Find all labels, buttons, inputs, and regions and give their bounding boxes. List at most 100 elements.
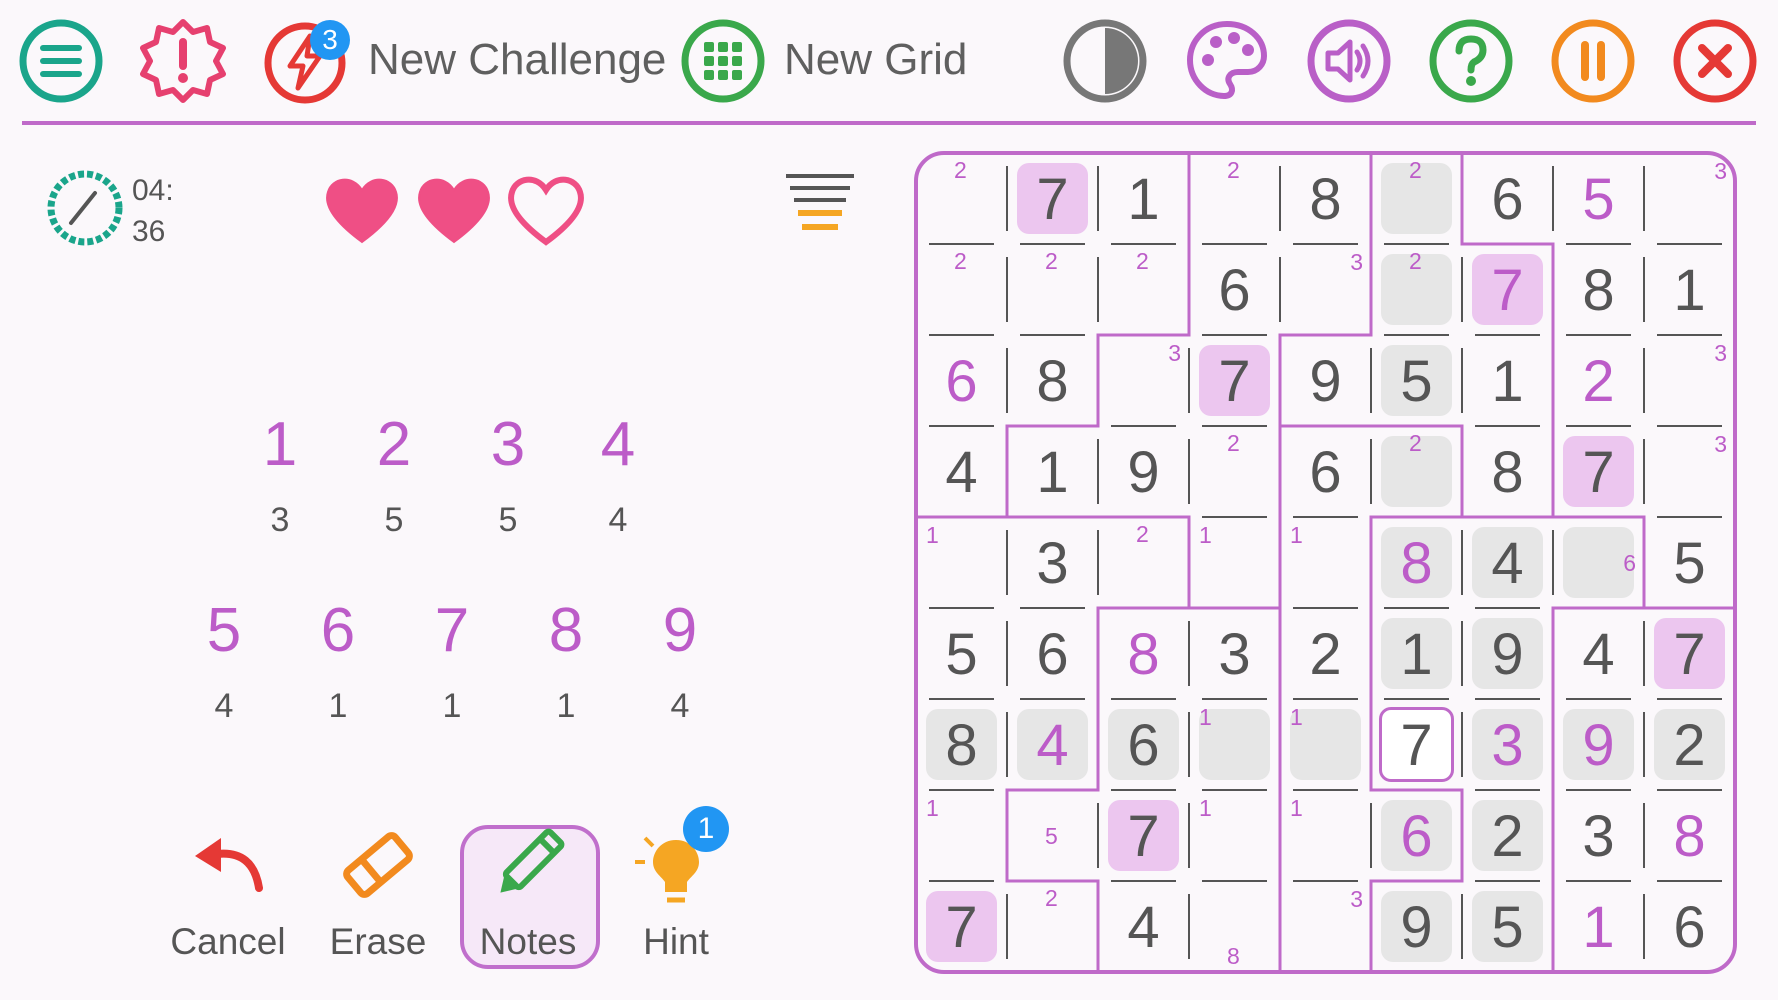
grid-icon[interactable] <box>680 18 766 104</box>
sudoku-cell-r3c7[interactable]: 1 <box>1462 335 1553 426</box>
sudoku-cell-r9c1[interactable]: 7 <box>916 881 1007 972</box>
sudoku-cell-r5c3[interactable]: 2 <box>1098 517 1189 608</box>
sudoku-cell-r6c5[interactable]: 2 <box>1280 608 1371 699</box>
sudoku-cell-r3c6[interactable]: 5 <box>1371 335 1462 426</box>
filter-icon[interactable] <box>782 170 858 246</box>
sudoku-cell-r9c9[interactable]: 6 <box>1644 881 1735 972</box>
sudoku-cell-r2c2[interactable]: 2 <box>1007 244 1098 335</box>
sudoku-cell-r7c9[interactable]: 2 <box>1644 699 1735 790</box>
sudoku-cell-r8c5[interactable]: 1 <box>1280 790 1371 881</box>
sudoku-cell-r1c5[interactable]: 8 <box>1280 153 1371 244</box>
numpad-key-2[interactable]: 25 <box>349 410 439 540</box>
sudoku-cell-r1c2[interactable]: 7 <box>1007 153 1098 244</box>
sudoku-cell-r6c1[interactable]: 5 <box>916 608 1007 699</box>
sudoku-cell-r7c7[interactable]: 3 <box>1462 699 1553 790</box>
notes-button[interactable]: Notes <box>458 820 598 964</box>
sudoku-cell-r7c5[interactable]: 1 <box>1280 699 1371 790</box>
sudoku-cell-r6c8[interactable]: 4 <box>1553 608 1644 699</box>
sudoku-cell-r7c4[interactable]: 1 <box>1189 699 1280 790</box>
pause-icon[interactable] <box>1550 18 1636 104</box>
sudoku-cell-r9c5[interactable]: 3 <box>1280 881 1371 972</box>
sudoku-cell-r4c7[interactable]: 8 <box>1462 426 1553 517</box>
lightning-icon[interactable]: 3 <box>262 18 350 104</box>
sudoku-cell-r5c5[interactable]: 1 <box>1280 517 1371 608</box>
close-icon[interactable] <box>1672 18 1758 104</box>
menu-icon[interactable] <box>18 18 104 104</box>
numpad-key-8[interactable]: 81 <box>521 596 611 726</box>
sudoku-cell-r4c2[interactable]: 1 <box>1007 426 1098 517</box>
sudoku-cell-r2c4[interactable]: 6 <box>1189 244 1280 335</box>
palette-icon[interactable] <box>1184 18 1270 104</box>
numpad-key-9[interactable]: 94 <box>635 596 725 726</box>
numpad-key-4[interactable]: 44 <box>573 410 663 540</box>
sudoku-cell-r4c4[interactable]: 2 <box>1189 426 1280 517</box>
sudoku-cell-r3c2[interactable]: 8 <box>1007 335 1098 426</box>
sudoku-cell-r9c6[interactable]: 9 <box>1371 881 1462 972</box>
sudoku-cell-r4c3[interactable]: 9 <box>1098 426 1189 517</box>
sudoku-cell-r3c3[interactable]: 3 <box>1098 335 1189 426</box>
sudoku-cell-r3c4[interactable]: 7 <box>1189 335 1280 426</box>
sudoku-cell-r8c3[interactable]: 7 <box>1098 790 1189 881</box>
sudoku-cell-r8c8[interactable]: 3 <box>1553 790 1644 881</box>
sudoku-cell-r5c4[interactable]: 1 <box>1189 517 1280 608</box>
sudoku-cell-r2c1[interactable]: 2 <box>916 244 1007 335</box>
sudoku-cell-r7c2[interactable]: 4 <box>1007 699 1098 790</box>
numpad-key-7[interactable]: 71 <box>407 596 497 726</box>
sudoku-cell-r6c9[interactable]: 7 <box>1644 608 1735 699</box>
sudoku-cell-r6c2[interactable]: 6 <box>1007 608 1098 699</box>
sudoku-cell-r6c4[interactable]: 3 <box>1189 608 1280 699</box>
new-grid-button[interactable]: New Grid <box>784 30 967 90</box>
sudoku-cell-r9c2[interactable]: 2 <box>1007 881 1098 972</box>
sudoku-cell-r5c1[interactable]: 1 <box>916 517 1007 608</box>
sudoku-cell-r7c6[interactable]: 7 <box>1371 699 1462 790</box>
sudoku-cell-r4c9[interactable]: 3 <box>1644 426 1735 517</box>
sudoku-cell-r8c9[interactable]: 8 <box>1644 790 1735 881</box>
sudoku-cell-r2c9[interactable]: 1 <box>1644 244 1735 335</box>
sudoku-cell-r8c1[interactable]: 1 <box>916 790 1007 881</box>
sudoku-cell-r8c6[interactable]: 6 <box>1371 790 1462 881</box>
sudoku-cell-r1c4[interactable]: 2 <box>1189 153 1280 244</box>
sudoku-cell-r5c7[interactable]: 4 <box>1462 517 1553 608</box>
sudoku-cell-r5c9[interactable]: 5 <box>1644 517 1735 608</box>
sudoku-cell-r6c7[interactable]: 9 <box>1462 608 1553 699</box>
sudoku-cell-r9c4[interactable]: 8 <box>1189 881 1280 972</box>
sudoku-cell-r3c9[interactable]: 3 <box>1644 335 1735 426</box>
sudoku-cell-r6c3[interactable]: 8 <box>1098 608 1189 699</box>
sudoku-cell-r8c2[interactable]: 5 <box>1007 790 1098 881</box>
contrast-icon[interactable] <box>1062 18 1148 104</box>
sudoku-cell-r5c2[interactable]: 3 <box>1007 517 1098 608</box>
numpad-key-1[interactable]: 13 <box>235 410 325 540</box>
sudoku-cell-r3c1[interactable]: 6 <box>916 335 1007 426</box>
sudoku-cell-r9c7[interactable]: 5 <box>1462 881 1553 972</box>
sudoku-cell-r7c3[interactable]: 6 <box>1098 699 1189 790</box>
sudoku-cell-r4c8[interactable]: 7 <box>1553 426 1644 517</box>
cancel-button[interactable]: Cancel <box>158 820 298 964</box>
new-challenge-button[interactable]: New Challenge <box>368 30 666 90</box>
sudoku-cell-r1c9[interactable]: 3 <box>1644 153 1735 244</box>
sudoku-cell-r2c8[interactable]: 8 <box>1553 244 1644 335</box>
sudoku-cell-r9c3[interactable]: 4 <box>1098 881 1189 972</box>
sudoku-cell-r2c6[interactable]: 2 <box>1371 244 1462 335</box>
sudoku-cell-r2c5[interactable]: 3 <box>1280 244 1371 335</box>
sudoku-cell-r7c1[interactable]: 8 <box>916 699 1007 790</box>
sudoku-cell-r5c6[interactable]: 8 <box>1371 517 1462 608</box>
sudoku-cell-r4c5[interactable]: 6 <box>1280 426 1371 517</box>
sudoku-cell-r1c3[interactable]: 1 <box>1098 153 1189 244</box>
sudoku-cell-r4c6[interactable]: 2 <box>1371 426 1462 517</box>
sudoku-cell-r1c7[interactable]: 6 <box>1462 153 1553 244</box>
sudoku-cell-r4c1[interactable]: 4 <box>916 426 1007 517</box>
sudoku-cell-r9c8[interactable]: 1 <box>1553 881 1644 972</box>
sudoku-cell-r3c8[interactable]: 2 <box>1553 335 1644 426</box>
help-icon[interactable] <box>1428 18 1514 104</box>
alert-icon[interactable] <box>140 18 226 104</box>
sudoku-cell-r8c7[interactable]: 2 <box>1462 790 1553 881</box>
sudoku-cell-r3c5[interactable]: 9 <box>1280 335 1371 426</box>
sudoku-cell-r6c6[interactable]: 1 <box>1371 608 1462 699</box>
sudoku-cell-r2c3[interactable]: 2 <box>1098 244 1189 335</box>
sudoku-cell-r7c8[interactable]: 9 <box>1553 699 1644 790</box>
erase-button[interactable]: Erase <box>308 820 448 964</box>
hint-button[interactable]: 1 Hint <box>606 806 746 964</box>
sudoku-cell-r8c4[interactable]: 1 <box>1189 790 1280 881</box>
numpad-key-6[interactable]: 61 <box>293 596 383 726</box>
numpad-key-5[interactable]: 54 <box>179 596 269 726</box>
